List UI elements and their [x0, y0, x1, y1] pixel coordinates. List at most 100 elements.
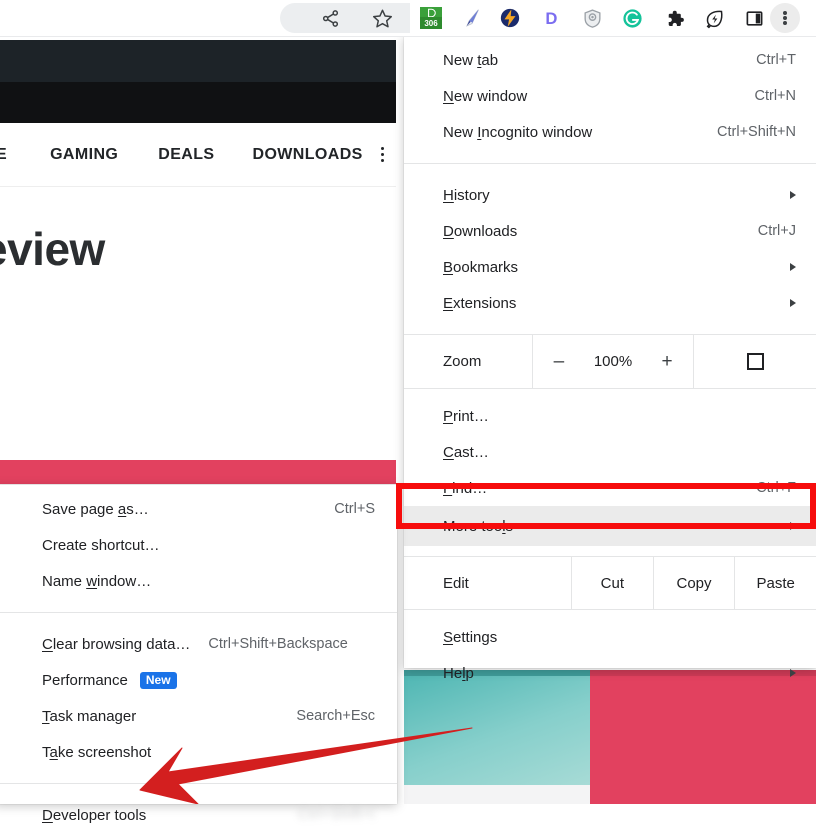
chrome-menu-kebab-icon[interactable] [770, 3, 800, 33]
menu-item-performance-label: Performance [42, 671, 128, 689]
menu-item-create-shortcut[interactable]: Create shortcut… [0, 527, 397, 563]
page-headline: eview [0, 223, 105, 275]
menu-item-developer-tools[interactable]: Developer tools Ctrl+Shift+I [0, 797, 397, 833]
menu-item-print[interactable]: Print… [404, 398, 816, 434]
menu-item-find[interactable]: Find… Ctrl+F [404, 470, 816, 506]
menu-item-print-label: Print… [443, 407, 489, 425]
chevron-right-icon [790, 669, 796, 677]
extension-dashthis-icon[interactable]: 306 [417, 4, 445, 32]
chrome-menu-group-new: New tab Ctrl+T New window Ctrl+N New Inc… [404, 36, 816, 156]
menu-item-settings[interactable]: Settings [404, 619, 816, 655]
more-tools-group-utilities: Clear browsing data… Ctrl+Shift+Backspac… [0, 620, 397, 776]
menu-item-cast[interactable]: Cast… [404, 434, 816, 470]
extension-lightning-icon[interactable] [496, 4, 524, 32]
more-tools-submenu: Save page as… Ctrl+S Create shortcut… Na… [0, 485, 397, 824]
more-tools-separator-1 [0, 612, 397, 613]
menu-item-task-manager[interactable]: Task manager Search+Esc [0, 698, 397, 734]
menu-item-create-shortcut-label: Create shortcut… [42, 536, 160, 554]
menu-item-new-incognito-window[interactable]: New Incognito window Ctrl+Shift+N [404, 114, 816, 150]
zoom-controls: – 100% + [532, 335, 694, 388]
menu-item-new-tab-label: New tab [443, 51, 499, 69]
more-tools-group-save: Save page as… Ctrl+S Create shortcut… Na… [0, 485, 397, 605]
extension-d-icon[interactable]: D [538, 4, 566, 32]
page-pink-band [0, 460, 404, 484]
menu-item-history[interactable]: History [404, 177, 816, 213]
zoom-level-value: 100% [593, 353, 633, 370]
menu-item-bookmarks[interactable]: Bookmarks [404, 249, 816, 285]
edit-copy-button[interactable]: Copy [652, 557, 735, 609]
menu-spacer-1 [404, 327, 816, 334]
extension-shield-icon[interactable] [578, 4, 606, 32]
menu-item-find-accel: Ctrl+F [756, 480, 796, 496]
page-nav-item-1[interactable]: GAMING [50, 146, 118, 164]
edit-paste-button[interactable]: Paste [734, 557, 816, 609]
menu-item-task-manager-label: Task manager [42, 707, 137, 725]
bookmark-star-icon[interactable] [368, 4, 396, 32]
menu-item-new-incognito-window-accel: Ctrl+Shift+N [717, 124, 796, 140]
page-nav-item-2[interactable]: DEALS [158, 146, 214, 164]
page-topbar-upper [0, 40, 404, 82]
menu-item-history-label: History [443, 186, 490, 204]
menu-item-downloads-accel: Ctrl+J [757, 223, 796, 239]
menu-item-new-window[interactable]: New window Ctrl+N [404, 78, 816, 114]
fullscreen-button[interactable] [694, 335, 816, 388]
extension-grammarly-icon[interactable] [618, 4, 646, 32]
menu-item-name-window-label: Name window… [42, 572, 152, 590]
menu-item-take-screenshot-label: Take screenshot [42, 743, 152, 761]
side-panel-icon[interactable] [740, 4, 768, 32]
menu-item-performance[interactable]: Performance New [0, 662, 397, 698]
menu-item-save-page-as-label: Save page as… [42, 500, 149, 518]
menu-item-extensions[interactable]: Extensions [404, 285, 816, 321]
menu-item-new-window-accel: Ctrl+N [754, 88, 797, 104]
menu-item-developer-tools-label: Developer tools [42, 806, 147, 824]
zoom-out-button[interactable]: – [542, 351, 576, 373]
chrome-menu-group-tools: Print… Cast… Find… Ctrl+F More tools [404, 389, 816, 552]
zoom-row: Zoom – 100% + [404, 334, 816, 389]
extensions-puzzle-icon[interactable] [660, 4, 688, 32]
extension-pen-icon[interactable] [458, 4, 486, 32]
page-nav-item-0[interactable]: E [0, 146, 7, 164]
chrome-main-menu: New tab Ctrl+T New window Ctrl+N New Inc… [404, 36, 816, 682]
menu-item-help[interactable]: Help [404, 655, 816, 691]
zoom-in-button[interactable]: + [650, 351, 684, 373]
extension-leaf-icon[interactable] [700, 4, 728, 32]
page-topbar-lower [0, 82, 404, 123]
menu-item-settings-label: Settings [443, 628, 498, 646]
menu-item-name-window[interactable]: Name window… [0, 563, 397, 599]
chevron-right-icon [790, 522, 796, 530]
edit-cut-button[interactable]: Cut [571, 557, 653, 609]
menu-item-help-label: Help [443, 664, 474, 682]
svg-text:D: D [545, 9, 557, 28]
share-icon[interactable] [316, 4, 344, 32]
page-gutter [396, 36, 404, 804]
menu-item-extensions-label: Extensions [443, 294, 517, 312]
chevron-right-icon [790, 299, 796, 307]
menu-item-task-manager-accel: Search+Esc [296, 708, 375, 724]
menu-item-more-tools[interactable]: More tools [404, 506, 816, 546]
menu-item-take-screenshot[interactable]: Take screenshot [0, 734, 397, 770]
menu-item-bookmarks-label: Bookmarks [443, 258, 519, 276]
edit-row: Edit Cut Copy Paste [404, 556, 816, 610]
menu-item-save-page-as[interactable]: Save page as… Ctrl+S [0, 491, 397, 527]
menu-item-save-page-as-accel: Ctrl+S [334, 501, 375, 517]
menu-item-downloads[interactable]: Downloads Ctrl+J [404, 213, 816, 249]
menu-item-downloads-label: Downloads [443, 222, 518, 240]
menu-item-new-incognito-window-label: New Incognito window [443, 123, 593, 141]
menu-separator-1 [404, 163, 816, 164]
page-nav-kebab-icon[interactable] [380, 146, 384, 164]
zoom-label: Zoom [443, 353, 482, 370]
more-tools-group-developer: Developer tools Ctrl+Shift+I [0, 791, 397, 839]
menu-item-new-tab[interactable]: New tab Ctrl+T [404, 42, 816, 78]
menu-item-more-tools-label: More tools [443, 517, 514, 535]
page-nav-item-3[interactable]: DOWNLOADS [253, 146, 363, 164]
menu-item-new-window-label: New window [443, 87, 528, 105]
menu-item-find-label: Find… [443, 479, 488, 497]
menu-item-clear-browsing-data-label: Clear browsing data… [42, 635, 191, 653]
extension-badge-count: 306 [420, 17, 442, 29]
menu-item-cast-label: Cast… [443, 443, 489, 461]
menu-item-clear-browsing-data[interactable]: Clear browsing data… Ctrl+Shift+Backspac… [0, 626, 397, 662]
fullscreen-icon [746, 353, 764, 370]
menu-item-clear-browsing-data-accel: Ctrl+Shift+Backspace [208, 636, 348, 652]
menu-item-developer-tools-accel: Ctrl+Shift+I [297, 807, 375, 823]
page-tile-teal-caption-area [400, 785, 590, 804]
